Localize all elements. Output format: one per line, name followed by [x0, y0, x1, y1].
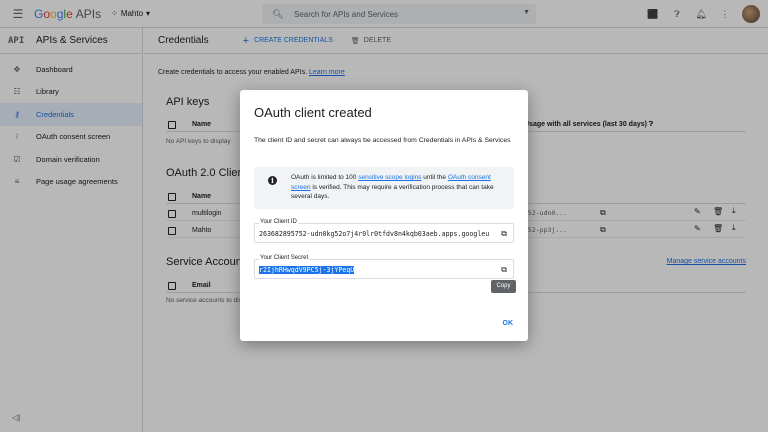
verification-notice: i OAuth is limited to 100 sensitive scop… [254, 167, 514, 209]
ok-button[interactable]: OK [503, 320, 514, 327]
info-icon: i [268, 176, 277, 185]
sensitive-scope-logins-link[interactable]: sensitive scope logins [358, 174, 421, 181]
selected-secret-text[interactable]: r2IjhRHwqdV9PC5j-3jYPeqU [259, 266, 355, 274]
client-secret-value[interactable]: r2IjhRHwqdV9PC5j-3jYPeqU [259, 266, 489, 274]
notice-text: OAuth is limited to 100 sensitive scope … [291, 173, 507, 202]
oauth-client-created-dialog: OAuth client created The client ID and s… [240, 90, 528, 341]
copy-client-id-icon[interactable]: ⧉ [501, 229, 507, 239]
client-id-value[interactable]: 263682895752-udn0kg52o7j4r0lr0tfdv8n4kqb… [259, 230, 489, 238]
client-id-field[interactable]: Your Client ID 263682895752-udn0kg52o7j4… [254, 219, 514, 243]
copy-client-secret-icon[interactable]: ⧉ [501, 265, 507, 275]
client-secret-label: Your Client Secret [259, 255, 310, 261]
dialog-description: The client ID and secret can always be a… [254, 137, 511, 144]
notice-part: is verified. This may require a verifica… [291, 183, 494, 201]
copy-tooltip: Copy [491, 280, 516, 293]
client-id-label: Your Client ID [259, 219, 298, 225]
client-secret-field[interactable]: Your Client Secret r2IjhRHwqdV9PC5j-3jYP… [254, 255, 514, 279]
dialog-title: OAuth client created [254, 105, 372, 120]
notice-part: until the [421, 174, 448, 181]
notice-part: OAuth is limited to 100 [291, 174, 359, 181]
